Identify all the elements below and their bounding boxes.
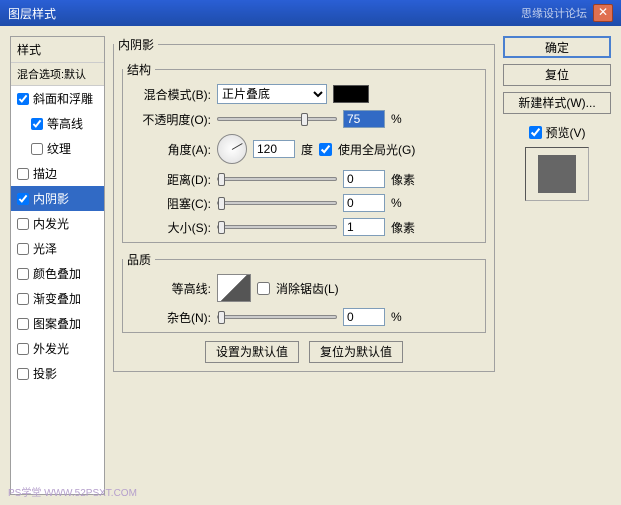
sidebar-checkbox-10[interactable] (17, 343, 29, 355)
noise-unit: % (391, 310, 402, 324)
sidebar-label-5: 内发光 (33, 215, 69, 232)
preview-checkbox[interactable] (529, 126, 542, 139)
sidebar-label-2: 纹理 (47, 140, 71, 157)
contour-label: 等高线: (133, 280, 211, 297)
sidebar-item-5[interactable]: 内发光 (11, 211, 104, 236)
choke-input[interactable] (343, 194, 385, 212)
window-title: 图层样式 (8, 5, 56, 22)
sidebar-label-0: 斜面和浮雕 (33, 90, 93, 107)
antialias-checkbox[interactable] (257, 282, 270, 295)
blend-mode-label: 混合模式(B): (133, 86, 211, 103)
structure-fieldset: 结构 混合模式(B): 正片叠底 不透明度(O): % 角度(A): 度 (122, 61, 486, 243)
sidebar-checkbox-4[interactable] (17, 193, 29, 205)
styles-sidebar: 样式 混合选项:默认 斜面和浮雕等高线纹理描边内阴影内发光光泽颜色叠加渐变叠加图… (10, 36, 105, 495)
antialias-label: 消除锯齿(L) (276, 280, 339, 297)
structure-legend: 结构 (123, 61, 155, 78)
size-label: 大小(S): (133, 219, 211, 236)
sidebar-label-8: 渐变叠加 (33, 290, 81, 307)
angle-label: 角度(A): (133, 141, 211, 158)
blend-defaults[interactable]: 混合选项:默认 (11, 63, 104, 86)
sidebar-checkbox-0[interactable] (17, 93, 29, 105)
opacity-label: 不透明度(O): (133, 111, 211, 128)
preview-label: 预览(V) (546, 124, 586, 141)
sidebar-item-7[interactable]: 颜色叠加 (11, 261, 104, 286)
sidebar-checkbox-6[interactable] (17, 243, 29, 255)
sidebar-checkbox-1[interactable] (31, 118, 43, 130)
angle-input[interactable] (253, 140, 295, 158)
choke-label: 阻塞(C): (133, 195, 211, 212)
noise-slider[interactable] (217, 315, 337, 319)
sidebar-item-9[interactable]: 图案叠加 (11, 311, 104, 336)
right-column: 确定 复位 新建样式(W)... 预览(V) (503, 36, 611, 495)
sidebar-checkbox-3[interactable] (17, 168, 29, 180)
sidebar-header[interactable]: 样式 (11, 37, 104, 63)
size-unit: 像素 (391, 219, 415, 236)
global-light-label: 使用全局光(G) (338, 141, 415, 158)
opacity-input[interactable] (343, 110, 385, 128)
preview-swatch (538, 155, 576, 193)
sidebar-item-2[interactable]: 纹理 (11, 136, 104, 161)
blend-mode-select[interactable]: 正片叠底 (217, 84, 327, 104)
global-light-checkbox[interactable] (319, 143, 332, 156)
angle-dial[interactable] (217, 134, 247, 164)
panel-title: 内阴影 (114, 36, 158, 53)
distance-unit: 像素 (391, 171, 415, 188)
close-icon[interactable]: ✕ (593, 4, 613, 22)
opacity-slider[interactable] (217, 117, 337, 121)
main-panel: 内阴影 结构 混合模式(B): 正片叠底 不透明度(O): % 角度(A): (113, 36, 495, 495)
sidebar-label-4: 内阴影 (33, 190, 69, 207)
sidebar-item-4[interactable]: 内阴影 (11, 186, 104, 211)
sidebar-checkbox-8[interactable] (17, 293, 29, 305)
opacity-unit: % (391, 112, 402, 126)
sidebar-label-10: 外发光 (33, 340, 69, 357)
sidebar-item-3[interactable]: 描边 (11, 161, 104, 186)
sidebar-label-3: 描边 (33, 165, 57, 182)
size-slider[interactable] (217, 225, 337, 229)
watermark-text: 思缘设计论坛 (521, 5, 587, 21)
distance-label: 距离(D): (133, 171, 211, 188)
new-style-button[interactable]: 新建样式(W)... (503, 92, 611, 114)
sidebar-checkbox-11[interactable] (17, 368, 29, 380)
sidebar-item-6[interactable]: 光泽 (11, 236, 104, 261)
title-bar: 图层样式 思缘设计论坛 ✕ (0, 0, 621, 26)
distance-input[interactable] (343, 170, 385, 188)
contour-picker[interactable] (217, 274, 251, 302)
sidebar-label-1: 等高线 (47, 115, 83, 132)
quality-fieldset: 品质 等高线: 消除锯齿(L) 杂色(N): % (122, 251, 486, 333)
sidebar-item-8[interactable]: 渐变叠加 (11, 286, 104, 311)
size-input[interactable] (343, 218, 385, 236)
preview-box (525, 147, 589, 201)
sidebar-checkbox-2[interactable] (31, 143, 43, 155)
sidebar-item-11[interactable]: 投影 (11, 361, 104, 386)
noise-input[interactable] (343, 308, 385, 326)
watermark-bottom: PS学堂 WWW.52PSXT.COM (8, 484, 137, 499)
noise-label: 杂色(N): (133, 309, 211, 326)
sidebar-checkbox-7[interactable] (17, 268, 29, 280)
angle-unit: 度 (301, 141, 313, 158)
sidebar-label-7: 颜色叠加 (33, 265, 81, 282)
sidebar-checkbox-9[interactable] (17, 318, 29, 330)
sidebar-label-9: 图案叠加 (33, 315, 81, 332)
cancel-button[interactable]: 复位 (503, 64, 611, 86)
distance-slider[interactable] (217, 177, 337, 181)
sidebar-label-11: 投影 (33, 365, 57, 382)
choke-slider[interactable] (217, 201, 337, 205)
reset-default-button[interactable]: 复位为默认值 (309, 341, 403, 363)
color-swatch[interactable] (333, 85, 369, 103)
set-default-button[interactable]: 设置为默认值 (205, 341, 299, 363)
ok-button[interactable]: 确定 (503, 36, 611, 58)
choke-unit: % (391, 196, 402, 210)
sidebar-item-0[interactable]: 斜面和浮雕 (11, 86, 104, 111)
sidebar-item-1[interactable]: 等高线 (11, 111, 104, 136)
quality-legend: 品质 (123, 251, 155, 268)
sidebar-item-10[interactable]: 外发光 (11, 336, 104, 361)
sidebar-label-6: 光泽 (33, 240, 57, 257)
sidebar-checkbox-5[interactable] (17, 218, 29, 230)
inner-shadow-fieldset: 内阴影 结构 混合模式(B): 正片叠底 不透明度(O): % 角度(A): (113, 36, 495, 372)
